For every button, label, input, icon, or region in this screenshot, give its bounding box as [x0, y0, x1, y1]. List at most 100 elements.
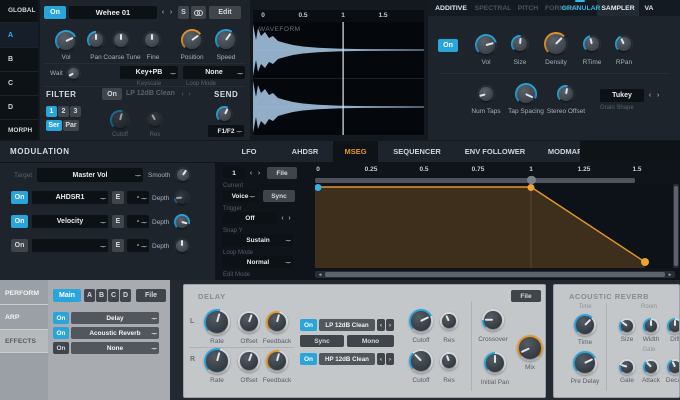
filter-next-button[interactable]: › — [186, 88, 193, 100]
fx-slot1-select[interactable]: Delay⌄ — [71, 312, 159, 324]
mseg-trigger-next[interactable]: › — [286, 212, 293, 224]
mod-row2-depth-knob[interactable] — [174, 214, 190, 230]
fx-slot2-power[interactable]: On — [53, 327, 69, 339]
granular-rtime-knob[interactable] — [583, 35, 601, 53]
tap-spacing-knob[interactable] — [515, 83, 537, 105]
tab-ahdsr[interactable]: AHDSR — [277, 141, 333, 162]
scene-main-button[interactable]: Main — [53, 289, 81, 302]
mod-row1-source[interactable]: AHDSR1⌄ — [32, 191, 108, 204]
stereo-offset-knob[interactable] — [557, 85, 575, 103]
filter-res-knob[interactable] — [147, 112, 163, 128]
rail-item-b[interactable]: B — [0, 48, 38, 72]
tab-sequencer[interactable]: SEQUENCER — [381, 141, 453, 162]
osc-position-knob[interactable] — [181, 29, 203, 51]
delay-crossover-knob[interactable] — [482, 309, 504, 331]
delay-r-rate-knob[interactable] — [204, 348, 230, 374]
rail-item-a[interactable]: A — [0, 22, 38, 48]
mod-row3-depth-knob[interactable] — [174, 238, 190, 254]
mod-row2-env-button[interactable]: E — [112, 215, 124, 228]
reverb-width-knob[interactable] — [643, 318, 659, 334]
rack-tab-effects[interactable]: EFFECTS — [0, 330, 48, 353]
fx-slot3-select[interactable]: None⌄ — [71, 342, 159, 354]
osc-fine-knob[interactable] — [143, 31, 161, 49]
granular-size-knob[interactable] — [511, 35, 529, 53]
delay-lp-power[interactable]: On — [300, 319, 317, 331]
loop-mode-select[interactable]: None⌄ — [183, 66, 245, 79]
rack-file-button[interactable]: File — [136, 289, 166, 302]
mseg-trigger-prev[interactable]: ‹ — [279, 212, 286, 224]
send-dest-select[interactable]: F1/F2⌄ — [208, 125, 244, 137]
delay-mono-button[interactable]: Mono — [347, 335, 394, 347]
delay-cutoff1-knob[interactable] — [409, 309, 433, 333]
keyscale-select[interactable]: Key+PB⌄ — [120, 66, 178, 79]
delay-hp-power[interactable]: On — [300, 353, 317, 365]
delay-res2-knob[interactable] — [440, 352, 458, 370]
preset-prev-button[interactable]: ‹ — [159, 6, 167, 19]
mseg-prev-button[interactable]: ‹ — [247, 167, 255, 179]
rail-item-c[interactable]: C — [0, 72, 38, 96]
osc-power-button[interactable]: On — [44, 6, 66, 19]
stereo-link-button[interactable] — [191, 6, 206, 19]
mod-row1-power[interactable]: On — [11, 191, 28, 204]
reverb-size-knob[interactable] — [619, 318, 635, 334]
delay-hp-select[interactable]: HP 12dB Clean — [319, 353, 375, 365]
filter-slot-3-button[interactable]: 3 — [70, 106, 81, 117]
mseg-zoom-scrollbar[interactable] — [315, 178, 635, 183]
fx-slot2-select[interactable]: Acoustic Reverb⌄ — [71, 327, 159, 339]
delay-mix-knob[interactable] — [517, 335, 543, 361]
scene-b-button[interactable]: B — [96, 289, 107, 302]
delay-l-rate-knob[interactable] — [204, 309, 230, 335]
fx-slot1-power[interactable]: On — [53, 312, 69, 324]
mod-smooth-knob[interactable] — [175, 167, 191, 183]
scroll-left-icon[interactable]: ◂ — [316, 271, 324, 278]
osc-speed-knob[interactable] — [215, 29, 237, 51]
granular-vol-knob[interactable] — [475, 34, 497, 56]
mseg-index-select[interactable]: 1 — [223, 167, 245, 179]
mseg-sync-button[interactable]: Sync — [263, 190, 295, 202]
mseg-hscrollbar[interactable]: ◂ ▸ — [315, 271, 675, 278]
scene-c-button[interactable]: C — [108, 289, 119, 302]
mseg-current-select[interactable]: Voice⌄ — [223, 190, 257, 202]
tab-spectral[interactable]: SPECTRAL — [473, 0, 513, 16]
delay-file-button[interactable]: File — [511, 290, 541, 302]
delay-lp-next[interactable]: › — [386, 319, 394, 331]
solo-button[interactable]: S — [178, 6, 189, 19]
granular-density-knob[interactable] — [544, 32, 568, 56]
edit-button[interactable]: Edit — [209, 6, 241, 19]
mod-row1-depth-knob[interactable] — [174, 190, 190, 206]
rail-item-global[interactable]: GLOBAL — [8, 7, 35, 14]
grain-shape-prev[interactable]: ‹ — [646, 89, 654, 102]
mseg-next-button[interactable]: › — [255, 167, 263, 179]
mseg-snap-select[interactable]: Sustain⌄ — [223, 234, 293, 246]
delay-res1-knob[interactable] — [440, 312, 458, 330]
osc-pan-knob[interactable] — [87, 31, 105, 49]
num-taps-knob[interactable] — [477, 85, 495, 103]
mod-row3-via[interactable]: -⌄ — [127, 239, 149, 252]
grain-shape-select[interactable]: Tukey — [600, 89, 644, 102]
rack-tab-perform[interactable]: PERFORM — [0, 282, 48, 305]
filter-prev-button[interactable]: ‹ — [179, 88, 186, 100]
tab-sampler[interactable]: SAMPLER — [597, 0, 639, 16]
wait-knob[interactable] — [66, 66, 81, 81]
mod-row2-source[interactable]: Velocity⌄ — [32, 215, 108, 228]
tab-env-follower[interactable]: ENV FOLLOWER — [453, 141, 537, 162]
reverb-gate-knob[interactable] — [619, 359, 635, 375]
granular-rpan-knob[interactable] — [615, 35, 633, 53]
reverb-diffusion-knob[interactable] — [667, 318, 680, 334]
mseg-file-button[interactable]: File — [267, 167, 297, 179]
mod-row1-via[interactable]: -⌄ — [127, 191, 149, 204]
grain-shape-next[interactable]: › — [654, 89, 662, 102]
tab-va[interactable]: VA — [640, 0, 658, 16]
delay-l-feedback-knob[interactable] — [266, 311, 288, 333]
mod-row1-env-button[interactable]: E — [112, 191, 124, 204]
reverb-attack-knob[interactable] — [643, 359, 659, 375]
osc-coarse-tune-knob[interactable] — [112, 31, 130, 49]
filter-serial-button[interactable]: Ser — [46, 120, 62, 131]
filter-cutoff-knob[interactable] — [110, 110, 130, 130]
fx-slot3-power[interactable]: On — [53, 342, 69, 354]
delay-r-feedback-knob[interactable] — [266, 350, 288, 372]
filter-parallel-button[interactable]: Par — [63, 120, 79, 131]
delay-sync-button[interactable]: Sync — [300, 335, 344, 347]
tab-pitch[interactable]: PITCH — [514, 0, 542, 16]
tab-lfo[interactable]: LFO — [225, 141, 273, 162]
